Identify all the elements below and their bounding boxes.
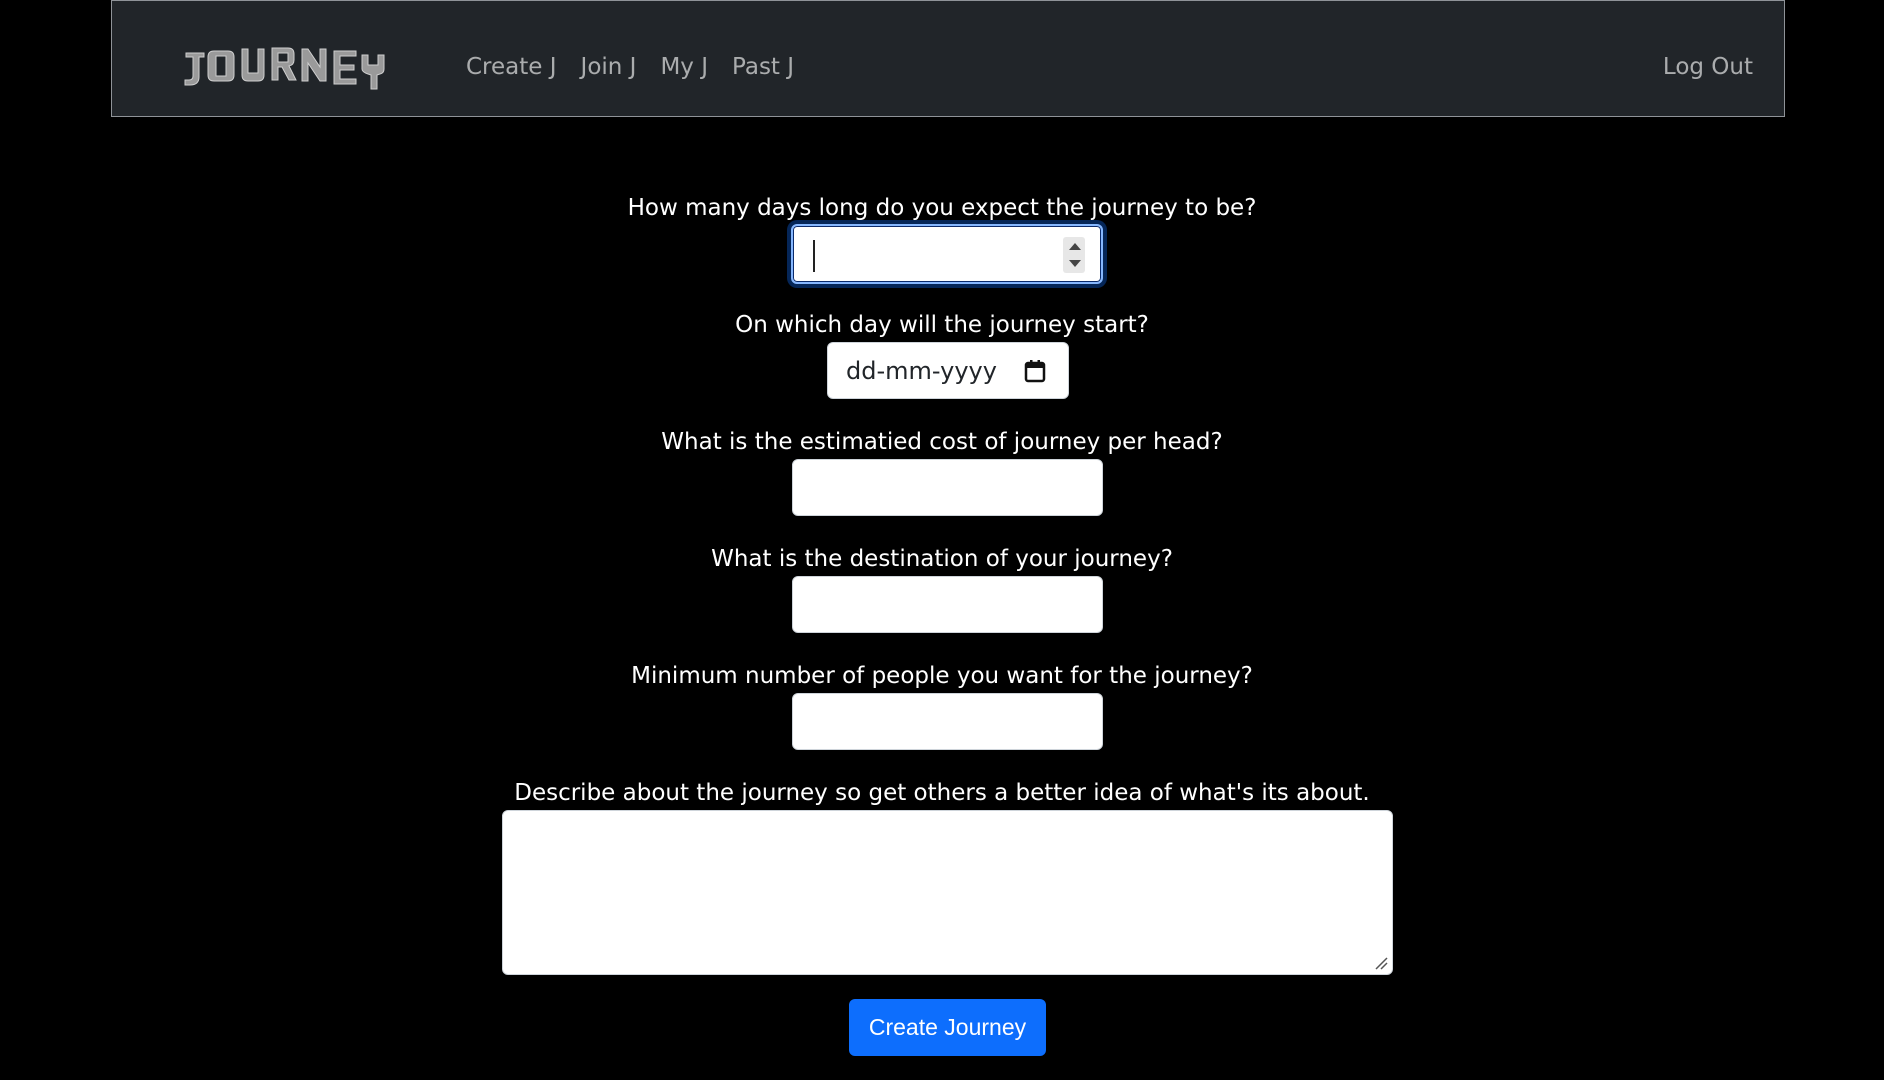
number-spinner[interactable] — [1063, 237, 1085, 273]
destination-input[interactable] — [792, 576, 1103, 633]
start-date-question-label: On which day will the journey start? — [735, 312, 1149, 338]
cost-input[interactable] — [792, 459, 1103, 516]
calendar-icon[interactable] — [1024, 359, 1046, 383]
spinner-up-icon[interactable] — [1069, 243, 1081, 250]
spinner-down-icon[interactable] — [1069, 260, 1081, 267]
start-date-input[interactable]: dd-mm-yyyy — [827, 342, 1069, 399]
date-placeholder: dd-mm-yyyy — [846, 357, 997, 385]
days-number-input[interactable] — [791, 224, 1103, 284]
min-people-question-label: Minimum number of people you want for th… — [631, 663, 1253, 689]
description-question-label: Describe about the journey so get others… — [514, 780, 1370, 806]
create-journey-button[interactable]: Create Journey — [849, 999, 1046, 1056]
create-journey-form: How many days long do you expect the jou… — [0, 0, 1884, 1080]
resize-grip-icon[interactable] — [1374, 956, 1388, 970]
description-textarea[interactable] — [502, 810, 1393, 975]
destination-question-label: What is the destination of your journey? — [711, 546, 1173, 572]
min-people-input[interactable] — [792, 693, 1103, 750]
days-question-label: How many days long do you expect the jou… — [627, 195, 1257, 221]
cost-question-label: What is the estimatied cost of journey p… — [661, 429, 1223, 455]
text-caret — [813, 240, 815, 272]
